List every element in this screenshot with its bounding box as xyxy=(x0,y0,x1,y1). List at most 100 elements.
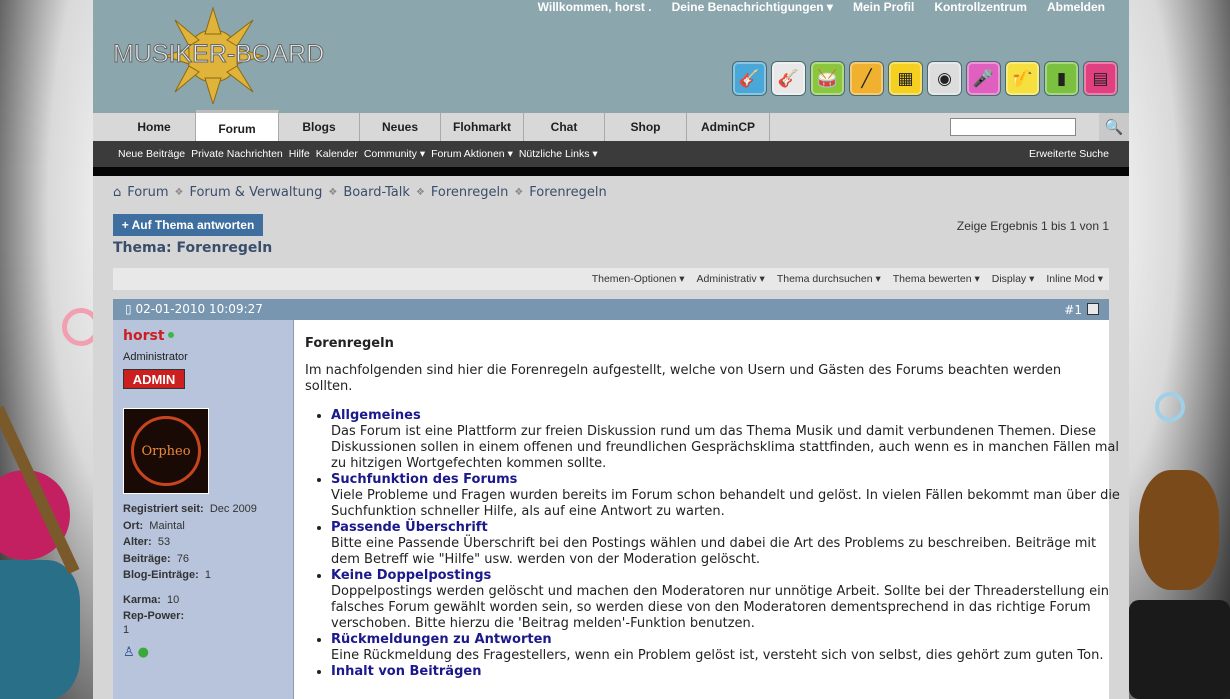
tab-neues[interactable]: Neues xyxy=(360,113,441,141)
field-value: 53 xyxy=(157,536,171,548)
electric-guitar-icon[interactable]: 🎸 xyxy=(771,61,806,96)
breadcrumb-current: Forenregeln xyxy=(529,185,607,200)
reputation-icon[interactable]: ● xyxy=(138,645,149,660)
search-thread-menu[interactable]: Thema durchsuchen ▾ xyxy=(777,273,881,285)
my-profile-link[interactable]: Mein Profil xyxy=(853,0,914,14)
site-logo[interactable]: MUSIKER-BOARD xyxy=(112,6,343,104)
post-title: Forenregeln xyxy=(305,336,394,351)
field-label: Beiträge: xyxy=(123,552,171,565)
search-input[interactable] xyxy=(950,118,1076,136)
microphone-icon[interactable]: 🎤 xyxy=(966,61,1001,96)
drums-icon[interactable]: 🥁 xyxy=(810,61,845,96)
karma-value: 10 xyxy=(167,593,180,606)
left-background-art xyxy=(0,0,93,699)
user-title: Administrator xyxy=(123,351,188,363)
thread-title: Thema: Forenregeln xyxy=(113,240,273,256)
rules-list: AllgemeinesDas Forum ist eine Plattform … xyxy=(305,408,1121,680)
circle-decoration xyxy=(62,308,93,346)
list-item: Passende ÜberschriftBitte eine Passende … xyxy=(331,520,1121,568)
rep-power-label: Rep-Power: xyxy=(123,610,185,622)
rule-heading: Rückmeldungen zu Antworten xyxy=(331,632,552,647)
sub-nav: Neue Beiträge Private Nachrichten Hilfe … xyxy=(93,141,1129,167)
breadcrumb-board-talk[interactable]: Board-Talk xyxy=(343,185,410,200)
breadcrumb-forum[interactable]: Forum xyxy=(127,185,168,200)
list-item: Inhalt von Beiträgen xyxy=(331,664,1121,680)
username-link[interactable]: horst xyxy=(123,328,165,344)
speaker-icon[interactable]: ▮ xyxy=(1044,61,1079,96)
logout-link[interactable]: Abmelden xyxy=(1047,0,1105,14)
reply-to-thread-button[interactable]: + Auf Thema antworten xyxy=(113,214,263,236)
field-value: Maintal xyxy=(149,519,185,532)
list-item: Suchfunktion des ForumsViele Probleme un… xyxy=(331,472,1121,520)
breadcrumb-separator-icon: ❖ xyxy=(415,187,425,198)
document-icon: ▯ xyxy=(125,302,132,316)
rule-heading: Suchfunktion des Forums xyxy=(331,472,518,487)
help-link[interactable]: Hilfe xyxy=(289,148,310,160)
breadcrumb-forum-verwaltung[interactable]: Forum & Verwaltung xyxy=(189,185,322,200)
rule-heading: Keine Doppelpostings xyxy=(331,568,492,583)
tab-admincp[interactable]: AdminCP xyxy=(687,113,770,141)
user-profile-icon[interactable]: ♙ xyxy=(123,645,135,660)
amplifier-icon[interactable]: ◉ xyxy=(927,61,962,96)
drums-decoration xyxy=(0,560,80,699)
breadcrumb-forenregeln[interactable]: Forenregeln xyxy=(431,185,508,200)
dancer-decoration xyxy=(1129,600,1230,699)
breadcrumb-separator-icon: ❖ xyxy=(514,187,524,198)
saxophone-icon[interactable]: 🎷 xyxy=(1005,61,1040,96)
right-background-art xyxy=(1129,0,1230,699)
mixer-icon[interactable]: ▤ xyxy=(1083,61,1118,96)
keyboard-icon[interactable]: ▦ xyxy=(888,61,923,96)
search-icon[interactable]: 🔍 xyxy=(1099,113,1129,141)
logo-text: MUSIKER-BOARD xyxy=(112,40,325,69)
field-label: Ort: xyxy=(123,519,144,532)
display-menu[interactable]: Display ▾ xyxy=(992,273,1035,285)
breadcrumb-separator-icon: ❖ xyxy=(174,187,184,198)
welcome-text: Willkommen, horst . xyxy=(537,0,652,14)
admin-badge: ADMIN xyxy=(123,369,185,389)
user-fields: Registriert seit: Dec 2009 Ort: Maintal … xyxy=(123,501,257,638)
online-status-icon xyxy=(168,332,174,338)
home-icon[interactable]: ⌂ xyxy=(113,185,121,200)
rule-text: Viele Probleme und Fragen wurden bereits… xyxy=(331,488,1120,519)
tab-forum[interactable]: Forum xyxy=(196,110,279,144)
post-body: Forenregeln Im nachfolgenden sind hier d… xyxy=(294,320,1120,699)
new-posts-link[interactable]: Neue Beiträge xyxy=(118,148,185,160)
guitar-body-decoration xyxy=(1139,470,1219,590)
forum-actions-menu[interactable]: Forum Aktionen ▾ xyxy=(431,148,513,160)
tab-chat[interactable]: Chat xyxy=(524,113,605,141)
user-info-panel: horst Administrator ADMIN Orpheo Registr… xyxy=(113,320,294,699)
calendar-link[interactable]: Kalender xyxy=(316,148,358,160)
avatar[interactable]: Orpheo xyxy=(123,408,209,494)
administrative-menu[interactable]: Administrativ ▾ xyxy=(697,273,765,285)
acoustic-guitar-icon[interactable]: 🎸 xyxy=(732,61,767,96)
useful-links-menu[interactable]: Nützliche Links ▾ xyxy=(519,148,598,160)
tab-shop[interactable]: Shop xyxy=(605,113,687,141)
community-menu[interactable]: Community ▾ xyxy=(364,148,425,160)
control-panel-link[interactable]: Kontrollzentrum xyxy=(934,0,1027,14)
advanced-search-link[interactable]: Erweiterte Suche xyxy=(1029,148,1109,160)
rule-text: Bitte eine Passende Überschrift bei den … xyxy=(331,536,1097,567)
notifications-link[interactable]: Deine Benachrichtigungen ▾ xyxy=(672,0,833,14)
avatar-logo: Orpheo xyxy=(131,416,201,486)
rule-heading: Allgemeines xyxy=(331,408,421,423)
tab-home[interactable]: Home xyxy=(113,113,196,141)
tab-blogs[interactable]: Blogs xyxy=(279,113,360,141)
user-icons: ♙ ● xyxy=(123,645,149,660)
rate-thread-menu[interactable]: Thema bewerten ▾ xyxy=(893,273,980,285)
post-date: ▯ 02-01-2010 10:09:27 xyxy=(125,302,263,316)
tab-flohmarkt[interactable]: Flohmarkt xyxy=(441,113,524,141)
private-messages-link[interactable]: Private Nachrichten xyxy=(191,148,283,160)
field-label: Blog-Einträge: xyxy=(123,569,199,581)
list-item: Keine DoppelpostingsDoppelpostings werde… xyxy=(331,568,1121,632)
select-post-checkbox[interactable] xyxy=(1087,303,1099,315)
main-nav: Home Forum Blogs Neues Flohmarkt Chat Sh… xyxy=(93,110,1129,144)
thread-toolbar: Themen-Optionen ▾ Administrativ ▾ Thema … xyxy=(113,268,1109,290)
rule-text: Eine Rückmeldung des Fragestellers, wenn… xyxy=(331,648,1104,663)
inline-mod-menu[interactable]: Inline Mod ▾ xyxy=(1046,273,1103,285)
thread-options-menu[interactable]: Themen-Optionen ▾ xyxy=(592,273,685,285)
forum-page: Willkommen, horst . Deine Benachrichtigu… xyxy=(93,0,1129,699)
flute-icon[interactable]: ╱ xyxy=(849,61,884,96)
post-number[interactable]: #1 xyxy=(1064,303,1082,317)
list-item: AllgemeinesDas Forum ist eine Plattform … xyxy=(331,408,1121,472)
karma-label: Karma: xyxy=(123,593,161,606)
